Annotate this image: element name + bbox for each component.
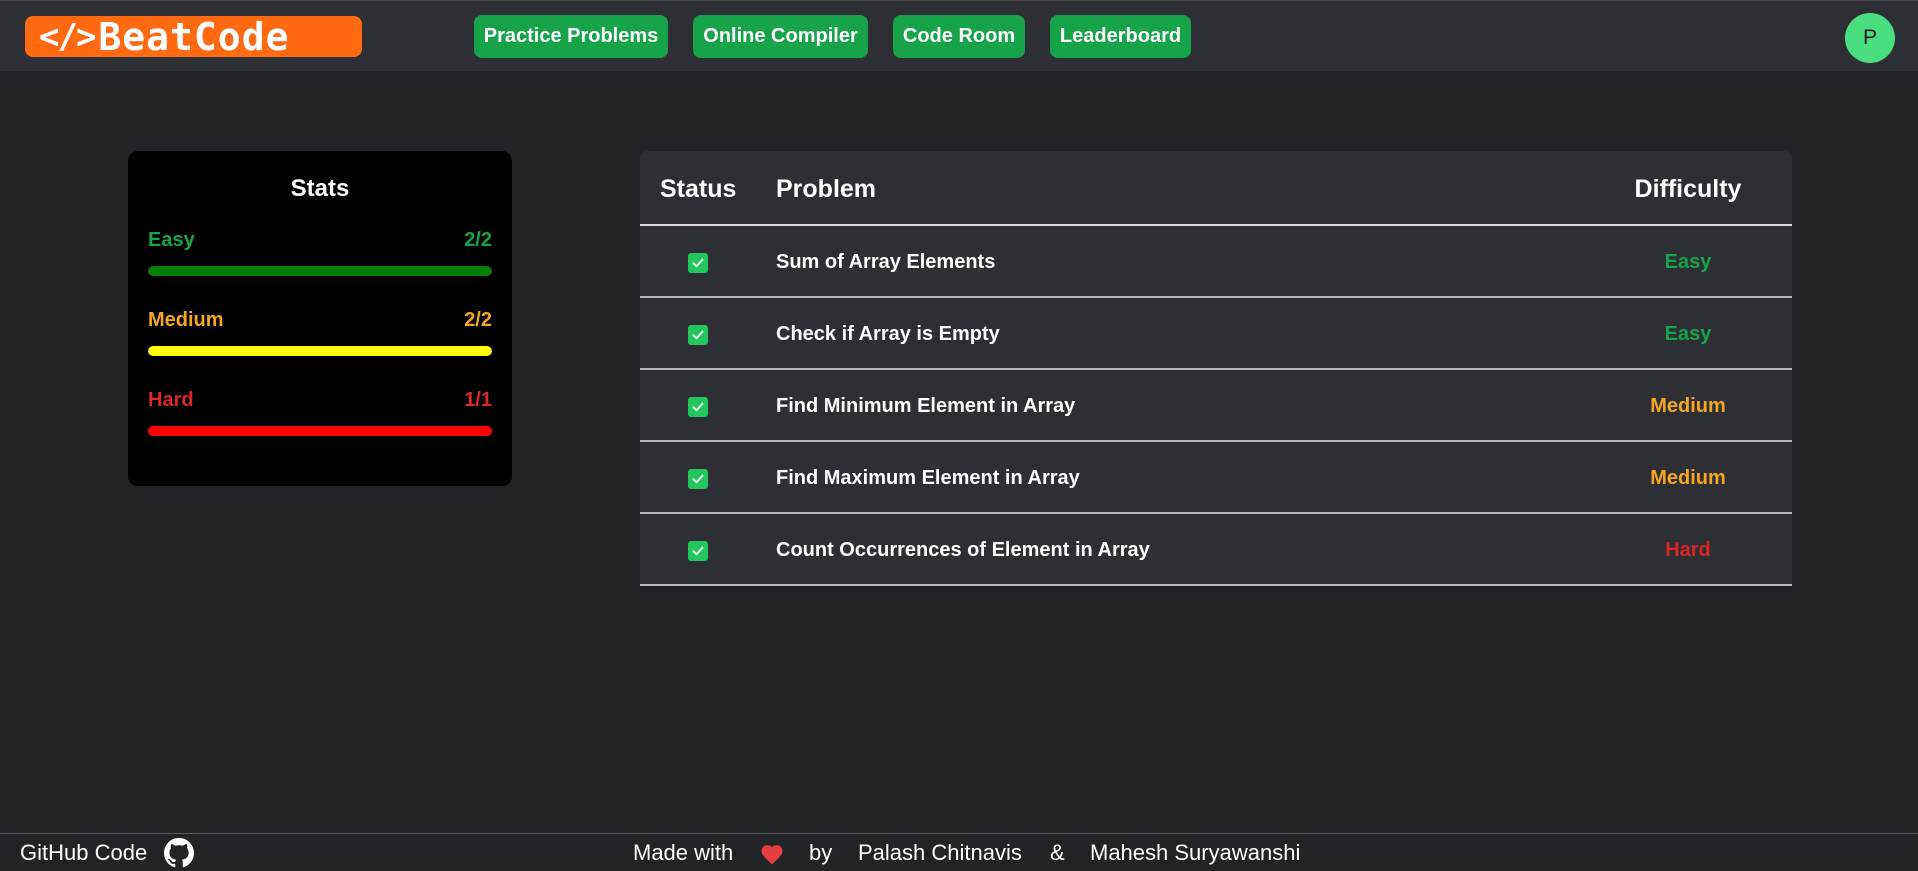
stat-label: Hard [148,389,194,411]
nav-leaderboard-button[interactable]: Leaderboard [1050,15,1191,58]
problem-name-link[interactable]: Check if Array is Empty [776,323,1000,346]
difficulty-label: Easy [1664,323,1712,345]
footer: GitHub Code Made with by Palash Chitnavi… [0,833,1918,871]
progress-bar-fill [148,426,492,436]
heart-icon [759,842,785,871]
author-link-palash[interactable]: Palash Chitnavis [858,840,1022,866]
problem-name-link[interactable]: Find Maximum Element in Array [776,467,1080,490]
problems-table: Status Problem Difficulty Sum of Array E… [640,151,1792,586]
column-header-problem: Problem [776,175,877,203]
brand-logo[interactable]: </> BeatCode [25,14,362,59]
table-row[interactable]: Count Occurrences of Element in Array Har… [640,514,1792,586]
table-header: Status Problem Difficulty [640,151,1792,226]
progress-bar-fill [148,266,492,276]
stat-row-hard: Hard 1/1 [148,389,492,436]
problem-name-link[interactable]: Find Minimum Element in Array [776,395,1075,418]
brand-name: BeatCode [98,14,290,59]
check-icon [692,546,704,556]
nav-code-room-button[interactable]: Code Room [893,15,1025,58]
progress-bar-fill [148,346,492,356]
solved-checkbox [688,325,708,345]
check-icon [692,258,704,268]
table-row[interactable]: Find Maximum Element in Array Medium [640,442,1792,514]
check-icon [692,474,704,484]
difficulty-label: Medium [1650,467,1726,489]
difficulty-label: Hard [1665,539,1711,561]
problem-name-link[interactable]: Sum of Array Elements [776,251,995,274]
solved-checkbox [688,469,708,489]
table-row[interactable]: Check if Array is Empty Easy [640,298,1792,370]
stat-count: 1/1 [464,389,492,411]
nav-practice-problems-button[interactable]: Practice Problems [474,15,668,58]
top-navbar: </> BeatCode Practice Problems Online Co… [0,0,1918,71]
nav-online-compiler-button[interactable]: Online Compiler [693,15,868,58]
solved-checkbox [688,541,708,561]
ampersand-text: & [1050,840,1065,865]
problem-name-link[interactable]: Count Occurrences of Element in Array [776,539,1150,562]
check-icon [692,330,704,340]
column-header-difficulty: Difficulty [1634,175,1742,203]
stat-count: 2/2 [464,229,492,251]
github-code-link[interactable]: GitHub Code [20,840,147,866]
difficulty-label: Easy [1664,251,1712,273]
made-with-text: Made with [633,840,734,865]
difficulty-label: Medium [1650,395,1726,417]
progress-bar [148,266,492,276]
user-avatar[interactable]: P [1845,13,1895,63]
stat-row-medium: Medium 2/2 [148,309,492,356]
by-text: by [809,840,833,865]
stats-title: Stats [290,175,350,202]
table-row[interactable]: Sum of Array Elements Easy [640,226,1792,298]
stat-label: Easy [148,229,195,251]
stat-label: Medium [148,309,224,331]
solved-checkbox [688,397,708,417]
stats-card: Stats Easy 2/2 Medium 2/2 Hard 1/1 [128,151,512,486]
solved-checkbox [688,253,708,273]
progress-bar [148,346,492,356]
author-link-mahesh[interactable]: Mahesh Suryawanshi [1090,840,1300,866]
stat-row-easy: Easy 2/2 [148,229,492,276]
progress-bar [148,426,492,436]
code-brackets-icon: </> [39,16,96,57]
check-icon [692,402,704,412]
column-header-status: Status [660,175,737,203]
table-row[interactable]: Find Minimum Element in Array Medium [640,370,1792,442]
stat-count: 2/2 [464,309,492,331]
github-icon[interactable] [164,838,194,871]
